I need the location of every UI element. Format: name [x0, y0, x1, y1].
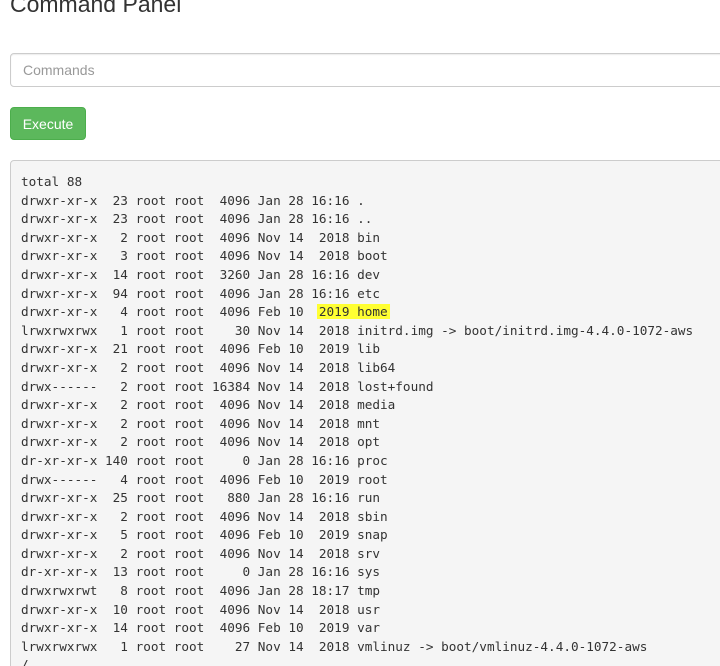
output-line: / [21, 656, 693, 666]
output-line: drwxr-xr-x 5 root root 4096 Feb 10 2019 … [21, 526, 693, 545]
output-line-text: drwxrwxrwt 8 root root 4096 Jan 28 18:17… [21, 583, 381, 599]
output-line: drwxr-xr-x 94 root root 4096 Jan 28 16:1… [21, 285, 693, 304]
output-line: drwxrwxrwt 8 root root 4096 Jan 28 18:17… [21, 582, 693, 601]
output-line-text: drwxr-xr-x 14 root root 4096 Feb 10 2019… [21, 620, 381, 636]
output-line-text: drwxr-xr-x 2 root root 4096 Nov 14 2018 … [21, 415, 381, 431]
output-line: drwxr-xr-x 2 root root 4096 Nov 14 2018 … [21, 433, 693, 452]
output-line-text: dr-xr-xr-x 140 root root 0 Jan 28 16:16 … [21, 452, 388, 468]
output-line-text: drwxr-xr-x 23 root root 4096 Jan 28 16:1… [21, 192, 365, 208]
output-line-text: drwxr-xr-x 21 root root 4096 Feb 10 2019… [21, 341, 381, 357]
command-output-panel[interactable]: total 88 drwxr-xr-x 23 root root 4096 Jan… [10, 160, 720, 666]
execute-button[interactable]: Execute [10, 107, 86, 140]
output-line: drwxr-xr-x 2 root root 4096 Nov 14 2018 … [21, 508, 693, 527]
commands-input[interactable] [10, 53, 720, 87]
output-line: total 88 [21, 173, 693, 192]
output-line-text: total 88 [21, 174, 83, 189]
output-line-text: drwxr-xr-x 5 root root 4096 Feb 10 2019 … [21, 527, 388, 543]
output-line-text: dr-xr-xr-x 13 root root 0 Jan 28 16:16 s… [21, 564, 381, 580]
output-line: lrwxrwxrwx 1 root root 30 Nov 14 2018 in… [21, 322, 693, 341]
page-title: Command Panel [10, 0, 182, 17]
output-line: drwxr-xr-x 2 root root 4096 Nov 14 2018 … [21, 415, 693, 434]
output-line: lrwxrwxrwx 1 root root 27 Nov 14 2018 vm… [21, 638, 693, 657]
output-line-text: drwxr-xr-x 4 root root 4096 Feb 10 [21, 304, 319, 320]
output-line: drwxr-xr-x 10 root root 4096 Nov 14 2018… [21, 601, 693, 620]
output-line-text: / [21, 657, 29, 666]
output-line: drwx------ 2 root root 16384 Nov 14 2018… [21, 378, 693, 397]
output-line-text: lrwxrwxrwx 1 root root 27 Nov 14 2018 vm… [21, 638, 648, 654]
output-line-text: drwxr-xr-x 10 root root 4096 Nov 14 2018… [21, 601, 381, 617]
output-line-text: lrwxrwxrwx 1 root root 30 Nov 14 2018 in… [21, 322, 694, 338]
output-line: drwxr-xr-x 2 root root 4096 Nov 14 2018 … [21, 545, 693, 564]
output-line-text: drwxr-xr-x 2 root root 4096 Nov 14 2018 … [21, 229, 381, 245]
output-line-text: drwxr-xr-x 25 root root 880 Jan 28 16:16… [21, 490, 381, 506]
output-line: drwx------ 4 root root 4096 Feb 10 2019 … [21, 471, 693, 490]
output-line: drwxr-xr-x 23 root root 4096 Jan 28 16:1… [21, 210, 693, 229]
output-line: drwxr-xr-x 14 root root 3260 Jan 28 16:1… [21, 266, 693, 285]
output-line-text: drwx------ 4 root root 4096 Feb 10 2019 … [21, 471, 388, 487]
command-panel-page: Command Panel Execute total 88 drwxr-xr-x… [0, 0, 720, 666]
output-line-text: drwxr-xr-x 2 root root 4096 Nov 14 2018 … [21, 545, 381, 561]
output-line: drwxr-xr-x 25 root root 880 Jan 28 16:16… [21, 489, 693, 508]
output-line-text: drwxr-xr-x 2 root root 4096 Nov 14 2018 … [21, 434, 381, 450]
directory-listing: total 88 drwxr-xr-x 23 root root 4096 Jan… [21, 173, 693, 666]
output-line-text: drwxr-xr-x 94 root root 4096 Jan 28 16:1… [21, 285, 381, 301]
output-line: drwxr-xr-x 4 root root 4096 Feb 10 2019 … [21, 303, 693, 322]
highlighted-text: 2019 home [316, 304, 390, 320]
output-line: drwxr-xr-x 21 root root 4096 Feb 10 2019… [21, 340, 693, 359]
output-line: dr-xr-xr-x 140 root root 0 Jan 28 16:16 … [21, 452, 693, 471]
output-line-text: drwxr-xr-x 2 root root 4096 Nov 14 2018 … [21, 397, 396, 413]
output-line-text: drwxr-xr-x 2 root root 4096 Nov 14 2018 … [21, 508, 388, 524]
output-line: drwxr-xr-x 14 root root 4096 Feb 10 2019… [21, 619, 693, 638]
output-line-text: drwxr-xr-x 2 root root 4096 Nov 14 2018 … [21, 359, 396, 375]
output-line: drwxr-xr-x 2 root root 4096 Nov 14 2018 … [21, 396, 693, 415]
output-line-text: drwxr-xr-x 23 root root 4096 Jan 28 16:1… [21, 211, 373, 227]
output-line: drwxr-xr-x 3 root root 4096 Nov 14 2018 … [21, 247, 693, 266]
output-line: drwxr-xr-x 2 root root 4096 Nov 14 2018 … [21, 229, 693, 248]
output-line-text: drwx------ 2 root root 16384 Nov 14 2018… [21, 378, 434, 394]
output-line: dr-xr-xr-x 13 root root 0 Jan 28 16:16 s… [21, 563, 693, 582]
output-line-text: drwxr-xr-x 3 root root 4096 Nov 14 2018 … [21, 248, 388, 264]
output-line: drwxr-xr-x 2 root root 4096 Nov 14 2018 … [21, 359, 693, 378]
output-line-text: drwxr-xr-x 14 root root 3260 Jan 28 16:1… [21, 266, 381, 282]
output-line: drwxr-xr-x 23 root root 4096 Jan 28 16:1… [21, 192, 693, 211]
